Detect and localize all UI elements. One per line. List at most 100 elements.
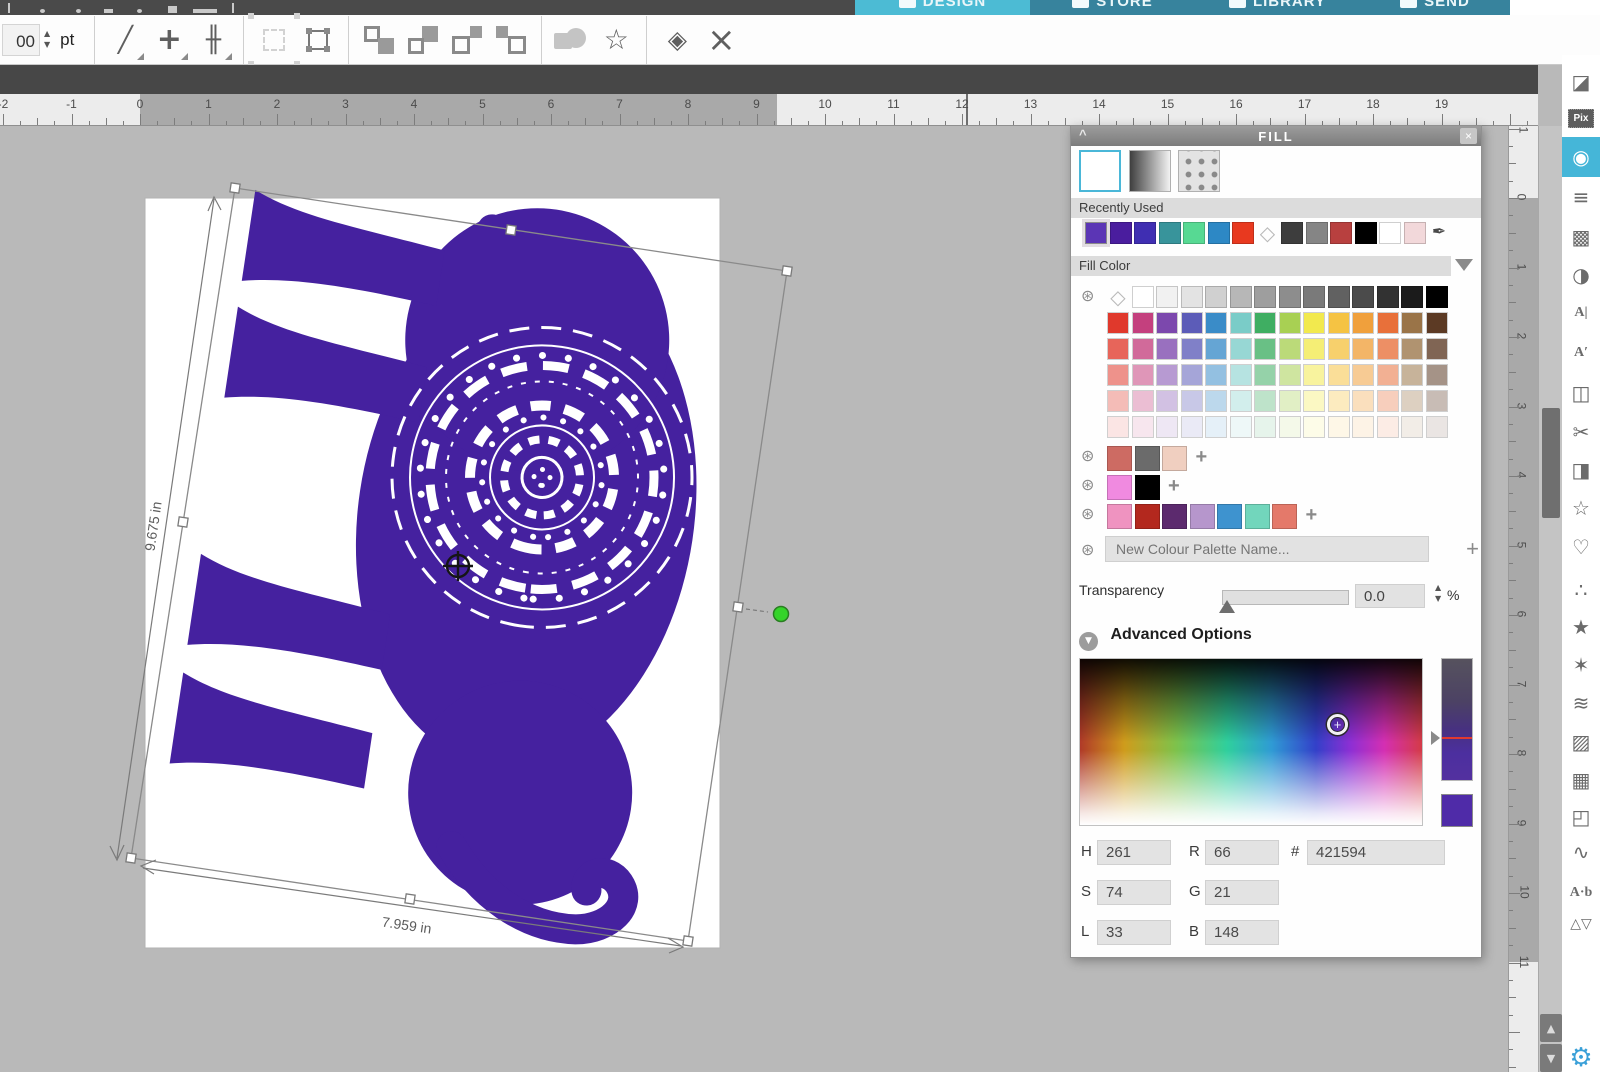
color-swatch[interactable] <box>1254 312 1276 334</box>
offset-button[interactable]: ☆ <box>594 17 638 63</box>
handle-mid-right[interactable] <box>732 601 744 613</box>
recent-color-swatch[interactable] <box>1403 222 1426 244</box>
palette-color-swatch[interactable] <box>1107 475 1132 500</box>
lightness-slider-marker[interactable] <box>1431 731 1440 745</box>
color-swatch[interactable] <box>1401 390 1423 412</box>
sidebar-item-warp[interactable]: ∿ <box>1562 832 1600 872</box>
green-input[interactable] <box>1205 880 1279 905</box>
ungroup-button[interactable] <box>401 17 445 63</box>
sidebar-item-sketch[interactable]: ♡ <box>1562 527 1600 567</box>
color-swatch[interactable] <box>1278 338 1301 360</box>
make-solid-button[interactable]: ◈ <box>655 17 699 63</box>
handle-bottom-center[interactable] <box>404 893 416 905</box>
palette-color-swatch[interactable] <box>1217 504 1242 529</box>
color-swatch[interactable] <box>1107 416 1129 438</box>
sidebar-item-offset[interactable]: ☆ <box>1562 488 1600 528</box>
color-swatch[interactable] <box>1107 390 1129 412</box>
color-swatch[interactable] <box>1107 364 1129 386</box>
color-swatch[interactable] <box>1376 416 1399 438</box>
rotation-handle[interactable] <box>772 605 790 623</box>
draw-line-tool[interactable]: ╱ <box>103 17 147 63</box>
color-swatch[interactable] <box>1376 312 1399 334</box>
tab-send[interactable]: SEND <box>1360 0 1510 15</box>
red-input[interactable] <box>1205 840 1279 865</box>
sidebar-item-shadow[interactable]: ◑ <box>1562 255 1600 295</box>
grayscale-swatch[interactable] <box>1303 286 1325 308</box>
stepper-up-icon[interactable]: ▲ <box>1435 584 1441 592</box>
add-color-button[interactable]: + <box>1168 475 1180 500</box>
scroll-up-button[interactable]: ▲ <box>1540 1014 1562 1042</box>
color-swatch[interactable] <box>1376 390 1399 412</box>
color-swatch[interactable] <box>1425 416 1448 438</box>
sidebar-item-text-style[interactable]: A| <box>1562 293 1600 333</box>
palette-color-swatch[interactable] <box>1134 446 1160 471</box>
vertical-scrollbar[interactable]: ▲ ▼ <box>1538 126 1562 1072</box>
sidebar-item-page-setup[interactable]: ◪ <box>1562 62 1600 102</box>
color-swatch[interactable] <box>1180 390 1203 412</box>
color-swatch[interactable] <box>1327 364 1350 386</box>
sidebar-item-trace[interactable]: ∴ <box>1562 570 1600 610</box>
stepper-down-icon[interactable]: ▼ <box>1435 595 1441 603</box>
bring-to-front-button[interactable] <box>445 17 489 63</box>
transparency-slider-thumb[interactable] <box>1219 600 1235 613</box>
color-swatch[interactable] <box>1205 312 1227 334</box>
grayscale-swatch[interactable] <box>1376 286 1399 308</box>
color-swatch[interactable] <box>1352 338 1374 360</box>
sidebar-item-rhinestone[interactable]: ▦ <box>1562 760 1600 800</box>
color-swatch[interactable] <box>1156 338 1178 360</box>
grayscale-swatch[interactable] <box>1254 286 1276 308</box>
color-swatch[interactable] <box>1376 364 1399 386</box>
recent-color-swatch[interactable] <box>1158 222 1181 244</box>
sidebar-item-character[interactable]: A′ <box>1562 333 1600 373</box>
handle-mid-left[interactable] <box>177 516 189 528</box>
recent-color-swatch[interactable] <box>1330 222 1352 244</box>
color-swatch[interactable] <box>1401 312 1423 334</box>
color-picker-marker[interactable]: + <box>1327 714 1348 735</box>
palette-color-swatch[interactable] <box>1107 446 1132 471</box>
add-color-button[interactable]: + <box>1306 504 1318 529</box>
color-swatch[interactable] <box>1180 364 1203 386</box>
color-swatch[interactable] <box>1352 312 1374 334</box>
color-swatch[interactable] <box>1278 416 1301 438</box>
grayscale-swatch[interactable] <box>1156 286 1178 308</box>
palette-color-swatch[interactable] <box>1272 504 1297 529</box>
move-tool[interactable]: + <box>147 17 191 63</box>
color-swatch[interactable] <box>1425 390 1448 412</box>
transparent-swatch[interactable]: ◇ <box>1107 286 1129 308</box>
handle-top-right[interactable] <box>781 265 793 277</box>
font-size-stepper[interactable]: ▲ ▼ <box>44 30 50 49</box>
sidebar-item-knife[interactable]: ✂ <box>1562 412 1600 452</box>
palette-icon[interactable]: ⊛ <box>1081 475 1101 500</box>
palette-icon[interactable]: ⊛ <box>1081 446 1101 471</box>
palette-color-swatch[interactable] <box>1134 504 1160 529</box>
recent-color-swatch[interactable] <box>1207 222 1230 244</box>
color-swatch[interactable] <box>1278 390 1301 412</box>
color-swatch[interactable] <box>1303 338 1325 360</box>
color-swatch[interactable] <box>1425 364 1448 386</box>
palette-color-swatch[interactable] <box>1162 504 1187 529</box>
color-swatch[interactable] <box>1180 338 1203 360</box>
color-swatch[interactable] <box>1303 364 1325 386</box>
recent-color-swatch[interactable] <box>1232 222 1254 244</box>
spacing-tool[interactable]: ╫ <box>191 17 235 63</box>
disclosure-triangle-icon[interactable]: ▼ <box>1079 632 1098 651</box>
close-panel-icon[interactable]: × <box>1460 128 1477 144</box>
transform-select-tool[interactable] <box>296 17 340 63</box>
new-palette-name-input[interactable] <box>1105 536 1429 562</box>
color-swatch[interactable] <box>1156 364 1178 386</box>
sidebar-item-layers[interactable]: ≋ <box>1562 683 1600 723</box>
color-swatch[interactable] <box>1254 390 1276 412</box>
font-size-input[interactable] <box>2 23 40 56</box>
solid-fill-tab[interactable] <box>1079 150 1121 192</box>
tab-store[interactable]: STORE <box>1030 0 1195 15</box>
color-swatch[interactable] <box>1205 416 1227 438</box>
sidebar-item-pixscan[interactable]: ✶ <box>1562 645 1600 685</box>
fill-color-dropdown-icon[interactable] <box>1455 259 1473 271</box>
grayscale-swatch[interactable] <box>1205 286 1227 308</box>
transparency-value-input[interactable] <box>1355 584 1425 608</box>
color-swatch[interactable] <box>1254 364 1276 386</box>
recent-color-swatch[interactable] <box>1354 222 1377 244</box>
recent-color-swatch[interactable] <box>1183 222 1205 244</box>
grayscale-swatch[interactable] <box>1401 286 1423 308</box>
color-swatch[interactable] <box>1425 338 1448 360</box>
